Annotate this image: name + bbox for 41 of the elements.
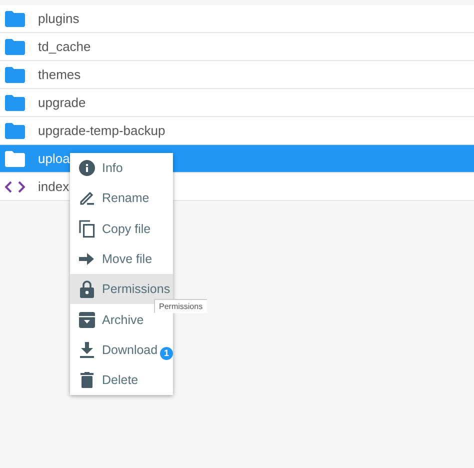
folder-icon bbox=[5, 150, 25, 166]
folder-icon bbox=[5, 122, 25, 138]
menu-item-label: Copy file bbox=[102, 222, 151, 236]
pencil-icon bbox=[79, 190, 95, 206]
file-name: themes bbox=[38, 67, 81, 82]
folder-icon bbox=[5, 66, 25, 82]
menu-item[interactable]: Download 1 bbox=[70, 334, 173, 366]
file-row[interactable]: upgrade bbox=[0, 89, 474, 117]
file-row[interactable]: themes bbox=[0, 61, 474, 89]
menu-item[interactable]: Move file bbox=[70, 244, 173, 274]
menu-item-label: Info bbox=[102, 161, 123, 176]
file-row[interactable]: upgrade-temp-backup bbox=[0, 117, 474, 145]
file-name: upgrade-temp-backup bbox=[38, 123, 166, 138]
arrow-right-icon bbox=[79, 253, 95, 266]
folder-icon bbox=[5, 94, 25, 110]
menu-item-label: Move file bbox=[102, 252, 152, 266]
menu-item[interactable]: Permissions bbox=[70, 274, 173, 304]
file-row[interactable]: plugins bbox=[0, 5, 474, 33]
code-icon bbox=[5, 180, 25, 192]
archive-icon bbox=[79, 312, 95, 328]
file-name: upgrade bbox=[38, 95, 86, 110]
file-name: plugins bbox=[38, 11, 80, 26]
file-name: index bbox=[38, 179, 70, 194]
menu-item-label: Archive bbox=[102, 312, 144, 327]
lock-icon bbox=[79, 280, 95, 298]
menu-item[interactable]: Copy file bbox=[70, 214, 173, 244]
menu-item-label: Delete bbox=[102, 373, 138, 388]
trash-icon bbox=[79, 372, 95, 388]
count-badge: 1 bbox=[160, 346, 173, 360]
download-icon bbox=[79, 342, 95, 358]
tooltip: Permissions bbox=[154, 299, 207, 313]
folder-icon bbox=[5, 38, 25, 54]
copy-icon bbox=[79, 220, 95, 238]
info-icon bbox=[79, 160, 95, 176]
menu-item[interactable]: Delete bbox=[70, 365, 173, 396]
folder-icon bbox=[5, 10, 25, 26]
file-name: td_cache bbox=[38, 39, 91, 54]
menu-item-label: Permissions bbox=[102, 282, 170, 296]
menu-item-label: Download bbox=[102, 342, 158, 357]
file-name: uploa bbox=[38, 151, 70, 166]
file-row[interactable]: td_cache bbox=[0, 33, 474, 61]
